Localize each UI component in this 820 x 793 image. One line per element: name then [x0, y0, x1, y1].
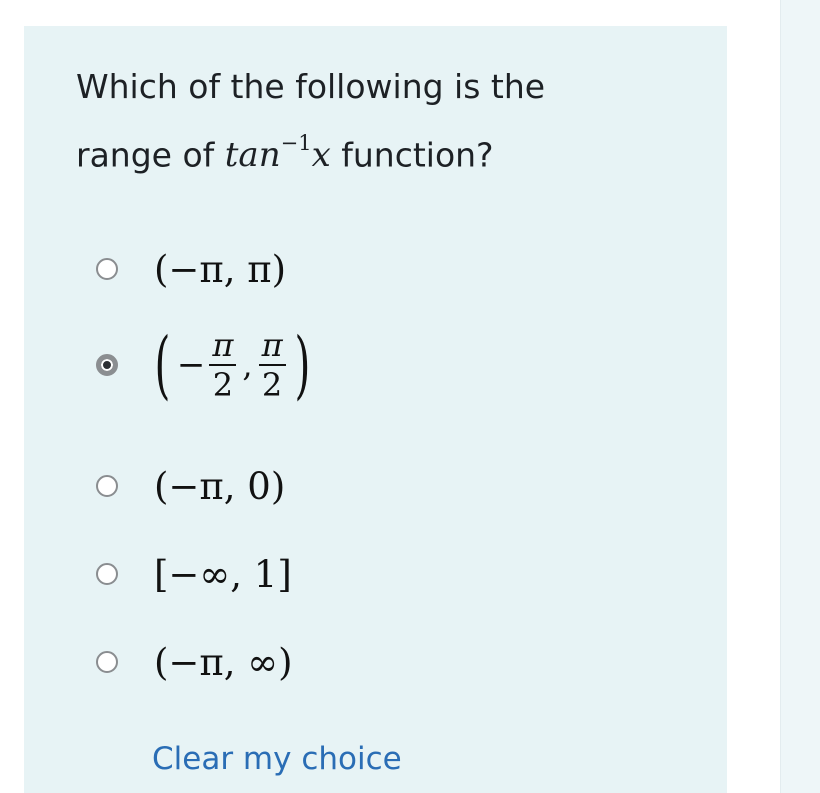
answer-option-3[interactable]: (−π, 0)	[96, 451, 516, 521]
answer-option-1[interactable]: (−π, π)	[96, 234, 516, 304]
fraction-1: π 2	[209, 329, 237, 404]
question-math: tan−1x	[224, 131, 331, 176]
question-suffix: function?	[330, 135, 494, 175]
math-variable: x	[311, 135, 331, 176]
option-label-fraction: ( − π 2 , π 2 )	[148, 328, 316, 402]
numerator: π	[258, 329, 286, 366]
math-exponent: −1	[280, 131, 312, 155]
answer-option-4[interactable]: [−∞, 1]	[96, 539, 516, 609]
radio-button-selected[interactable]	[96, 354, 118, 376]
radio-button[interactable]	[96, 563, 118, 585]
side-panel-edge	[780, 0, 820, 793]
question-text: Which of the following is the range of t…	[76, 56, 676, 186]
clear-choice-link[interactable]: Clear my choice	[152, 741, 402, 778]
radio-button[interactable]	[96, 475, 118, 497]
fraction-2: π 2	[258, 329, 286, 404]
option-label: (−π, 0)	[154, 464, 286, 508]
option-label: [−∞, 1]	[154, 552, 292, 596]
close-paren: )	[294, 322, 310, 408]
option-label: (−π, ∞)	[154, 640, 293, 684]
radio-button[interactable]	[96, 258, 118, 280]
numerator: π	[209, 329, 237, 366]
minus-sign: −	[176, 345, 206, 385]
open-paren: (	[154, 322, 171, 408]
radio-button[interactable]	[96, 651, 118, 673]
question-line1: Which of the following is the	[76, 67, 546, 106]
answer-option-5[interactable]: (−π, ∞)	[96, 627, 516, 697]
answer-option-2[interactable]: ( − π 2 , π 2 )	[96, 322, 516, 408]
comma: ,	[242, 346, 253, 384]
quiz-page: Which of the following is the range of t…	[0, 0, 820, 793]
denominator: 2	[261, 366, 283, 404]
option-label: (−π, π)	[154, 247, 287, 291]
denominator: 2	[212, 366, 234, 404]
question-line2: range of	[76, 135, 215, 175]
math-base: tan	[224, 135, 281, 176]
